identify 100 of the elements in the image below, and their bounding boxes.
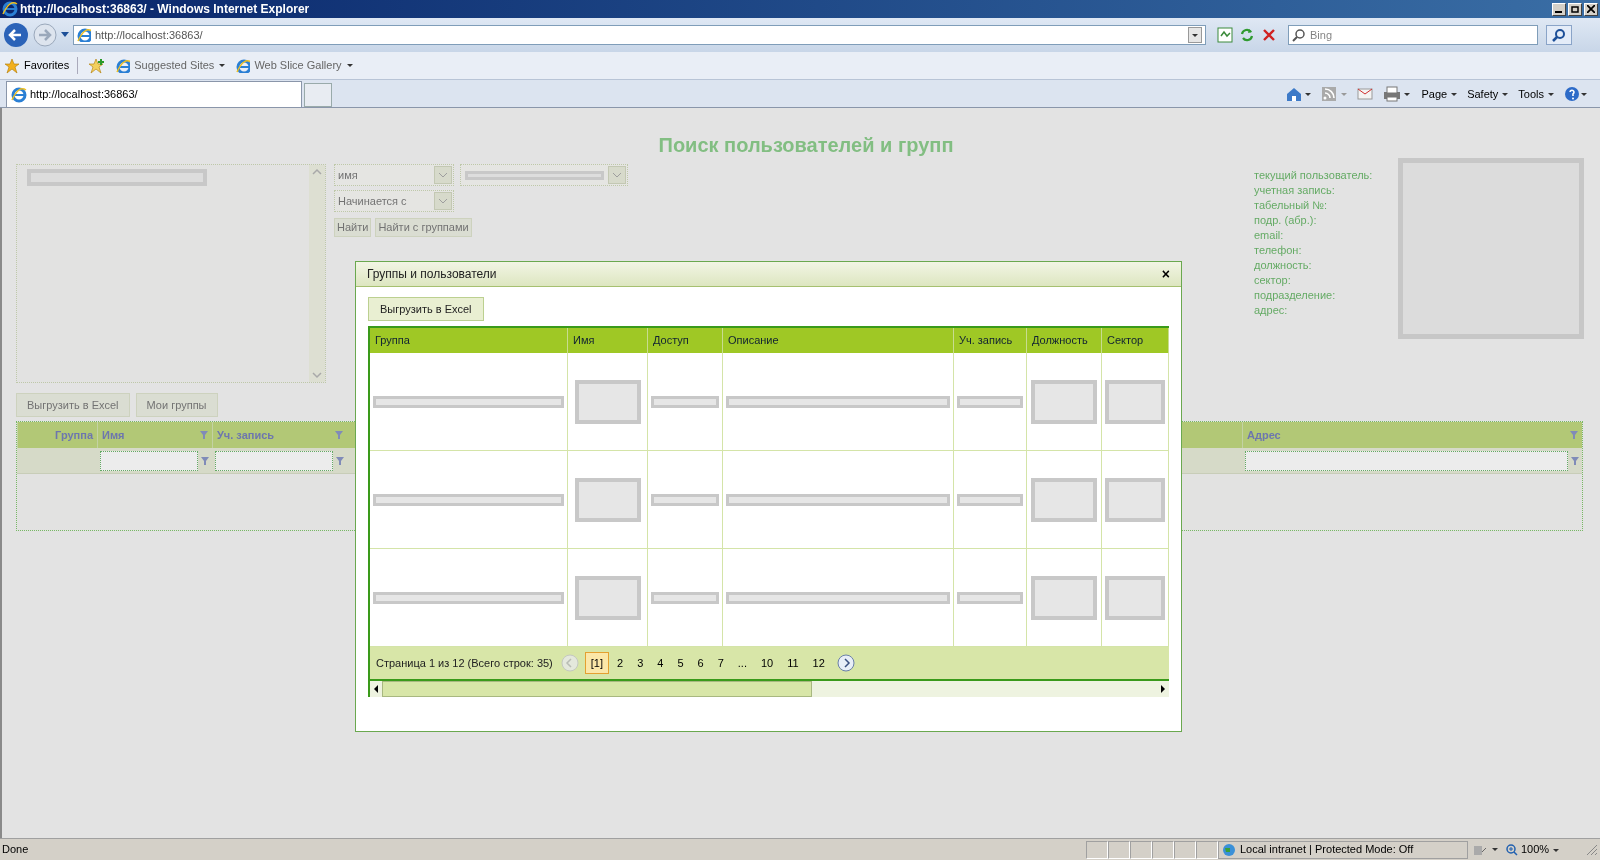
grid-button[interactable]: Выгрузить в Excel — [16, 393, 130, 417]
filter-icon[interactable] — [1570, 431, 1578, 439]
command-menu[interactable]: Safety — [1467, 85, 1509, 102]
caret-icon — [1552, 847, 1560, 852]
favorites-bar-link[interactable]: Web Slice Gallery — [236, 57, 354, 74]
previous-page-icon[interactable] — [560, 654, 579, 672]
filter-field[interactable] — [100, 450, 198, 471]
search-button[interactable]: Найти с группами — [375, 218, 472, 237]
refresh-icon[interactable] — [1238, 26, 1256, 44]
grid-button[interactable]: Мои группы — [135, 393, 218, 417]
export-button[interactable]: Выгрузить в Excel — [368, 297, 484, 321]
redacted-image — [1105, 575, 1165, 620]
info-label: текущий пользователь: — [1254, 168, 1374, 183]
search-icon — [1292, 28, 1306, 42]
filter-icon[interactable] — [200, 431, 208, 439]
page-link[interactable]: 7 — [711, 652, 730, 674]
favorites-bar-link[interactable]: Suggested Sites — [116, 57, 227, 74]
info-label: подр. (абр.): — [1254, 213, 1318, 228]
globe-icon — [1222, 842, 1236, 857]
horizontal-scrollbar[interactable] — [370, 681, 1169, 697]
redacted-text — [651, 591, 719, 604]
page-link[interactable]: ... — [731, 652, 753, 674]
info-label: адрес: — [1254, 303, 1289, 318]
filter-field[interactable] — [1245, 450, 1568, 471]
field-dropdown[interactable]: имя — [334, 164, 454, 186]
column-header[interactable]: Имя — [568, 328, 648, 353]
page-icon — [77, 28, 91, 42]
column-header[interactable]: Группа — [370, 328, 568, 353]
page-link[interactable]: 5 — [671, 652, 690, 674]
search-field[interactable]: Bing — [1288, 25, 1538, 45]
page-link[interactable]: 11 — [781, 652, 805, 674]
next-page-icon[interactable] — [836, 654, 855, 672]
mail-icon[interactable] — [1357, 86, 1374, 101]
redacted-image — [574, 477, 641, 522]
zoom-button[interactable]: 100% — [1506, 841, 1586, 858]
filter-icon[interactable] — [336, 456, 344, 465]
command-menu[interactable]: Page — [1421, 85, 1458, 102]
info-label: сектор: — [1254, 273, 1292, 288]
new-tab-button[interactable] — [304, 83, 332, 107]
favorites-button[interactable]: Favorites — [4, 57, 79, 74]
page-link[interactable]: 2 — [611, 652, 630, 674]
address-field[interactable]: http://localhost:36863/ — [73, 25, 1206, 45]
column-header[interactable]: Уч. запись — [954, 328, 1027, 353]
page-title: Поиск пользователей и групп — [658, 133, 954, 158]
filter-field[interactable] — [215, 450, 333, 471]
value-dropdown[interactable] — [460, 164, 628, 186]
restore-button[interactable] — [1568, 2, 1582, 16]
home-icon[interactable] — [1285, 85, 1312, 102]
column-header[interactable]: Сектор — [1102, 328, 1169, 353]
browser-tab[interactable]: http://localhost:36863/ — [6, 81, 302, 107]
search-button[interactable]: Найти — [334, 218, 372, 237]
search-input[interactable]: Bing — [1310, 26, 1534, 44]
back-icon[interactable] — [3, 22, 29, 48]
filter-icon[interactable] — [1571, 456, 1579, 465]
close-button[interactable] — [1584, 2, 1598, 16]
close-button[interactable]: × — [1161, 267, 1170, 281]
column-header[interactable]: Доступ — [648, 328, 723, 353]
resize-grip-icon — [1586, 843, 1598, 856]
page-link[interactable]: 10 — [754, 652, 780, 674]
page-link[interactable]: [1] — [584, 652, 609, 674]
info-label: телефон: — [1254, 243, 1303, 258]
zoom-icon — [1506, 843, 1518, 856]
column-header[interactable]: Должность — [1027, 328, 1102, 353]
scroll-thumb[interactable] — [382, 681, 812, 697]
filter-icon[interactable] — [335, 431, 343, 439]
page-link[interactable]: 3 — [631, 652, 650, 674]
page-summary: Страница 1 из 12 (Всего строк: 35) — [376, 655, 553, 671]
command-menu[interactable]: Tools — [1518, 85, 1554, 102]
info-label: email: — [1254, 228, 1285, 243]
scrollbar[interactable] — [309, 165, 325, 382]
feed-icon[interactable] — [1321, 85, 1348, 102]
print-icon[interactable] — [1383, 85, 1412, 102]
page-link[interactable]: 6 — [691, 652, 710, 674]
redacted-image — [574, 379, 641, 424]
filter-icon[interactable] — [201, 456, 209, 465]
dropdown-icon[interactable] — [61, 32, 69, 38]
redacted-text — [957, 395, 1023, 408]
info-label: должность: — [1254, 258, 1313, 273]
condition-dropdown[interactable]: Начинается с — [334, 190, 454, 212]
redacted-image — [1031, 379, 1097, 424]
page-icon — [116, 58, 131, 73]
dropdown-icon — [439, 172, 447, 178]
add-favorite-icon[interactable] — [88, 57, 107, 74]
status-text: Done — [1, 842, 30, 858]
caret-icon — [218, 63, 227, 68]
dropdown-icon — [439, 198, 447, 204]
compatibility-icon[interactable] — [1216, 26, 1234, 44]
page-icon — [11, 86, 27, 103]
caret-icon — [345, 63, 354, 68]
restore-icon — [1571, 5, 1579, 13]
search-button[interactable] — [1546, 25, 1572, 45]
dialog-title: Группы и пользователи — [367, 266, 497, 283]
page-link[interactable]: 12 — [806, 652, 831, 674]
list-box[interactable] — [16, 164, 326, 383]
page-link[interactable]: 4 — [651, 652, 670, 674]
column-header[interactable]: Описание — [723, 328, 954, 353]
redacted-image — [1105, 379, 1165, 424]
minimize-button[interactable] — [1552, 2, 1566, 16]
help-icon[interactable] — [1564, 85, 1588, 102]
redacted-text — [957, 493, 1023, 506]
